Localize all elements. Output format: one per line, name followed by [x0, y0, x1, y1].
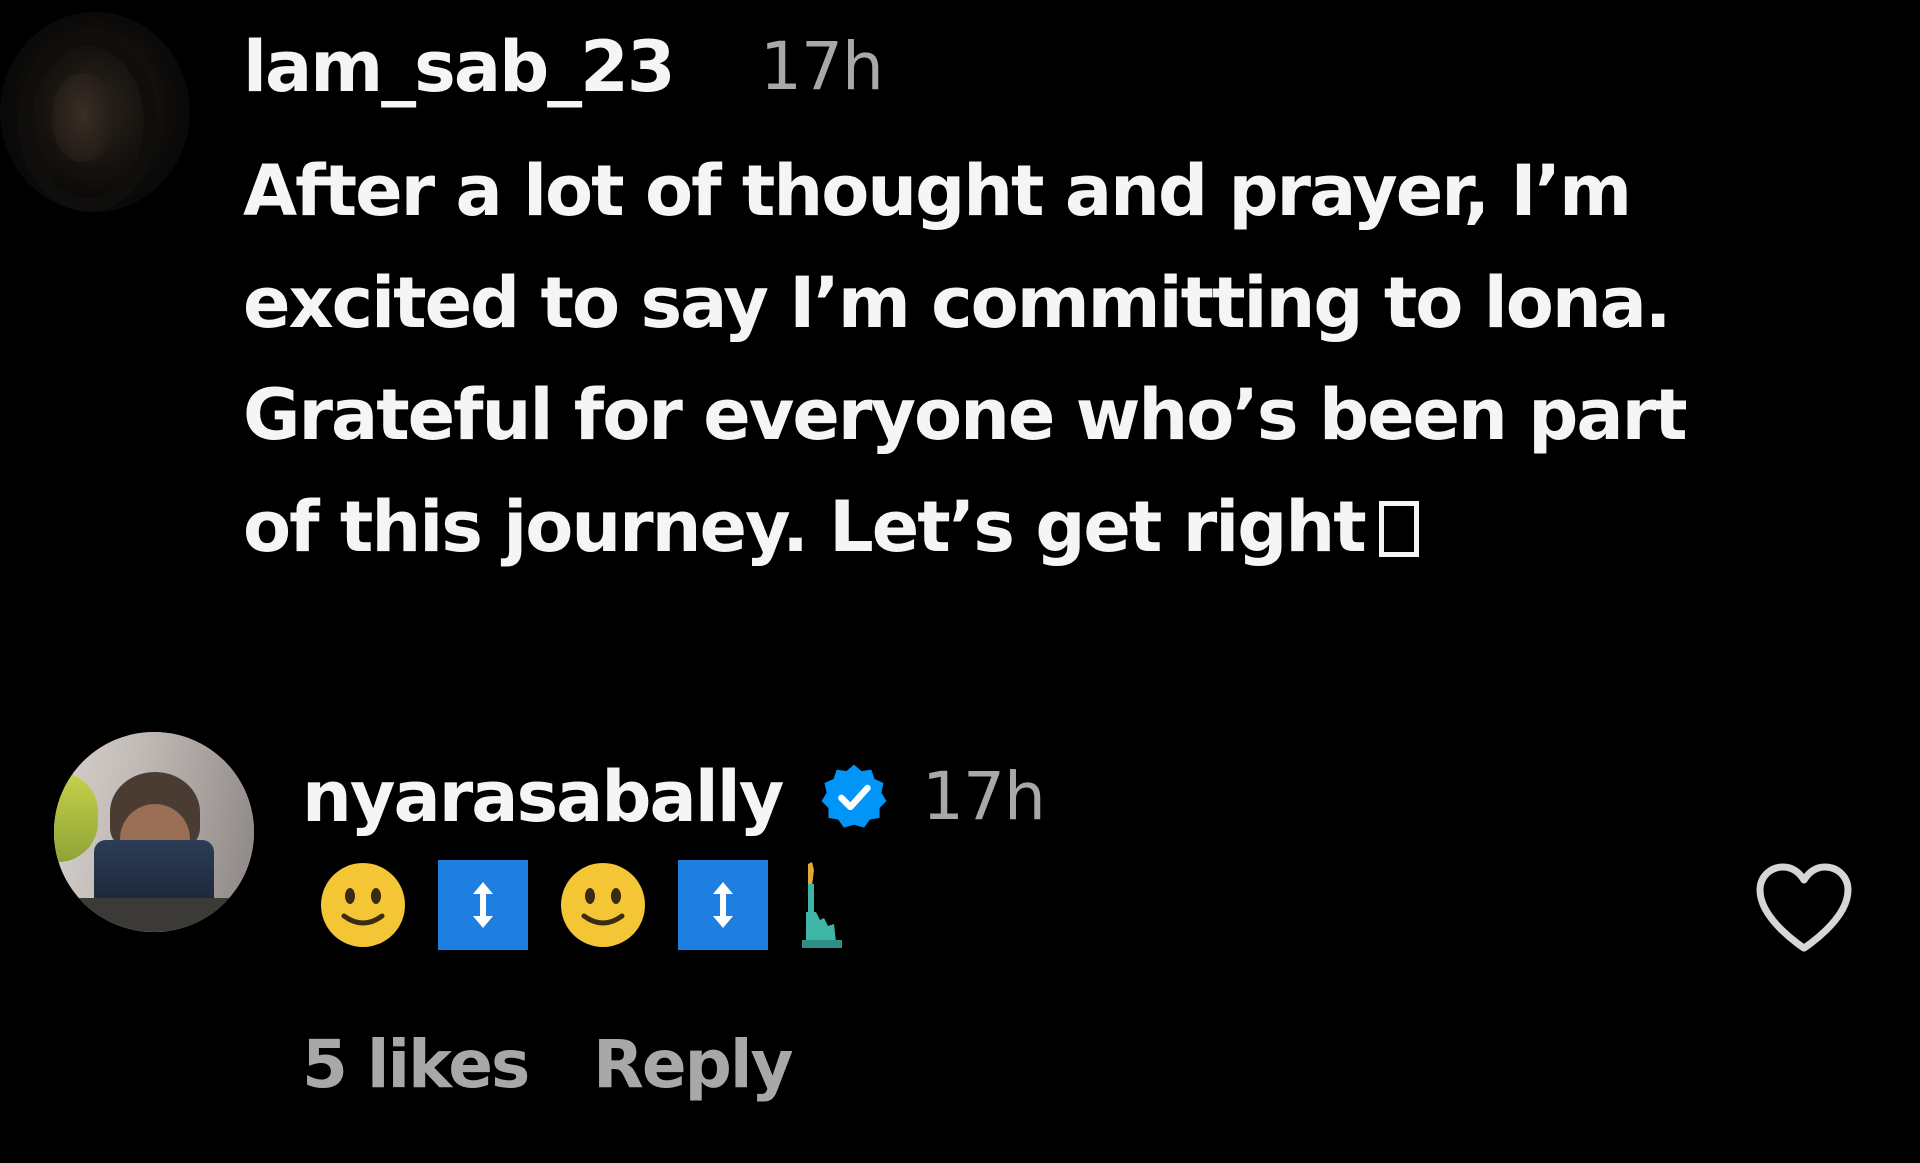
comment-text-line: excited to say I’m committing to lona.: [243, 262, 1672, 344]
up-down-arrow-icon: [438, 860, 528, 950]
statue-of-liberty-icon: [802, 862, 842, 948]
likes-count[interactable]: 5 likes: [302, 1020, 530, 1110]
comment-username[interactable]: lam_sab_23: [243, 22, 676, 112]
comment-text-line: Grateful for everyone who’s been part: [243, 374, 1688, 456]
comment-item: lam_sab_23 17h After a lot of thought an…: [0, 0, 1920, 620]
avatar[interactable]: [0, 12, 190, 212]
slightly-smiling-face-icon: [561, 863, 645, 947]
comment-username[interactable]: nyarasabally: [302, 752, 784, 842]
avatar[interactable]: [54, 732, 254, 932]
comment-text-line-last: of this journey. Let’s get right: [243, 471, 1803, 583]
comment-text: [318, 860, 854, 950]
comment-timestamp: 17h: [922, 758, 1046, 835]
slightly-smiling-face-icon: [321, 863, 405, 947]
up-down-arrow-icon: [678, 860, 768, 950]
missing-emoji-box-icon: [1378, 501, 1419, 557]
verified-badge-icon: [821, 764, 887, 828]
comment-text-line: After a lot of thought and prayer, I’m: [243, 150, 1632, 232]
comment-text-segment: of this journey. Let’s get right: [243, 486, 1367, 568]
comment-text: After a lot of thought and prayer, I’m e…: [243, 135, 1803, 583]
like-heart-icon[interactable]: [1752, 860, 1856, 956]
comment-thread: lam_sab_23 17h After a lot of thought an…: [0, 0, 1920, 1163]
comment-timestamp: 17h: [760, 28, 884, 105]
reply-button[interactable]: Reply: [593, 1020, 793, 1110]
